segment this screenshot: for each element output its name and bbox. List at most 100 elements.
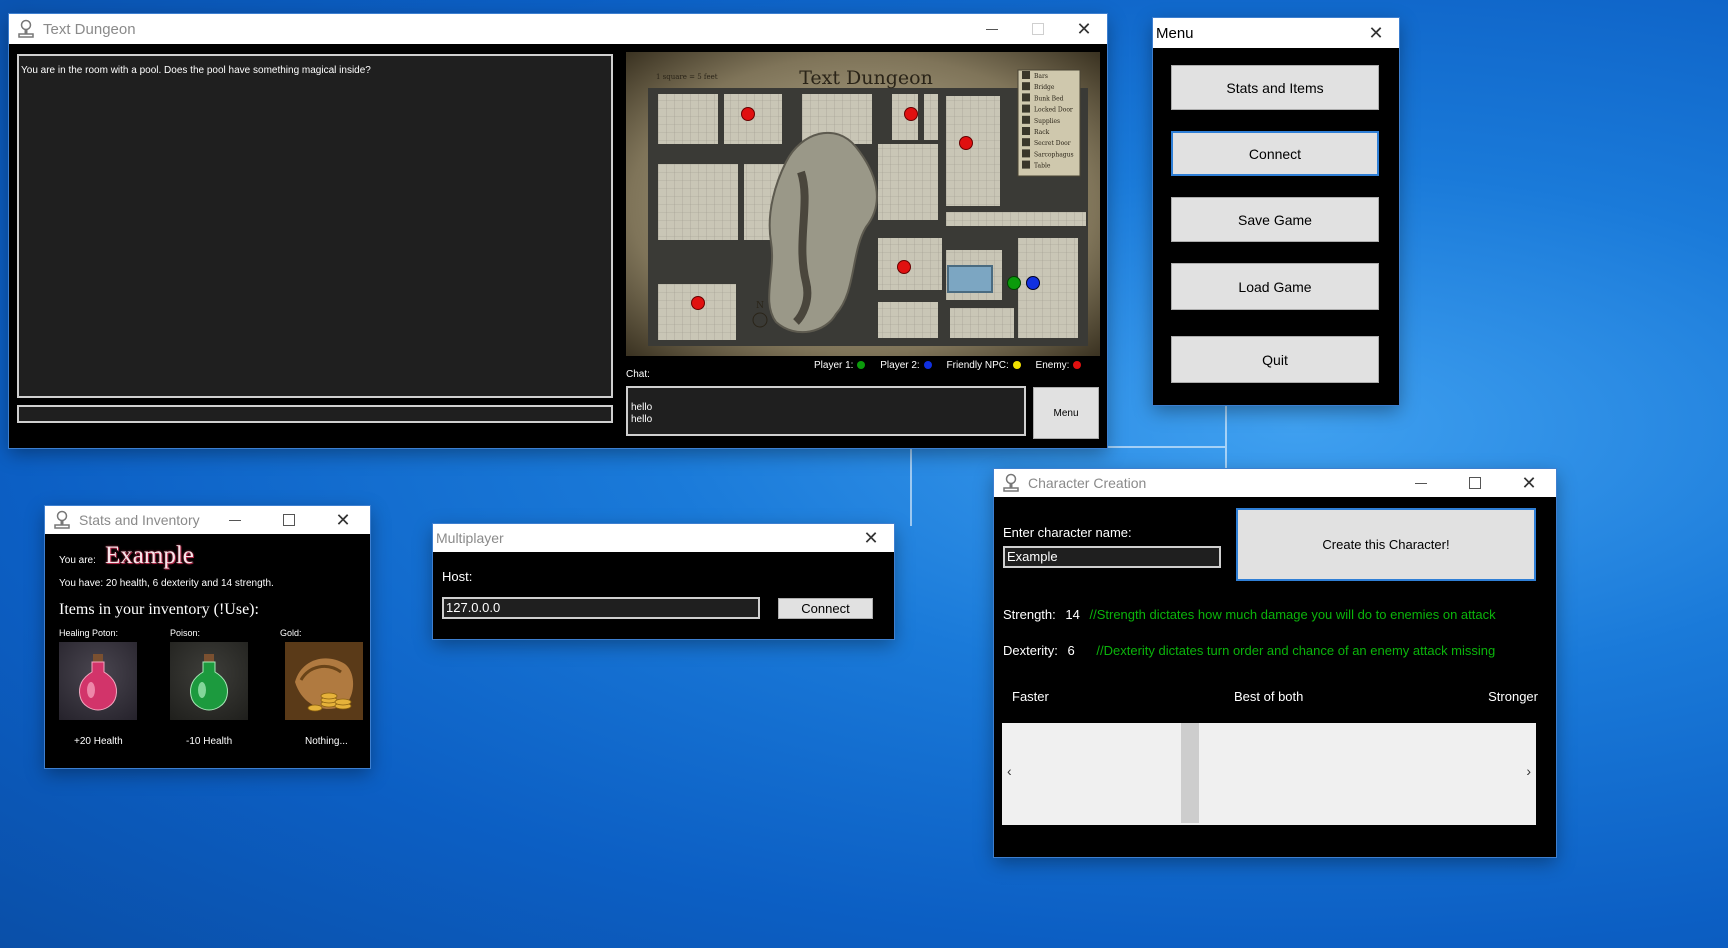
minimize-button[interactable]	[969, 14, 1015, 44]
close-button[interactable]: ✕	[1502, 468, 1556, 498]
player2-token	[1026, 276, 1040, 290]
window-title: Text Dungeon	[43, 20, 136, 38]
green-potion-icon[interactable]	[170, 642, 248, 720]
dungeon-map: Text Dungeon 1 square = 5 feet Bars Bridg…	[626, 52, 1100, 356]
title-bar[interactable]: Character Creation ✕	[994, 469, 1556, 497]
enemy-token	[959, 136, 973, 150]
minimize-button[interactable]	[208, 505, 262, 535]
stat-slider[interactable]: ‹ ›	[1002, 723, 1536, 825]
minimize-icon	[986, 28, 998, 30]
character-name-input[interactable]: Example	[1003, 546, 1221, 568]
minimize-icon	[229, 519, 241, 521]
connect-button[interactable]: Connect	[1171, 131, 1379, 176]
minimize-button[interactable]	[1394, 468, 1448, 498]
legend-label: Supplies	[1034, 118, 1060, 125]
app-icon	[1002, 473, 1020, 493]
multiplayer-window: Multiplayer ✕ Host: 127.0.0.0 Connect	[433, 524, 894, 639]
item-label: Poison:	[170, 628, 201, 638]
player2-key: Player 2:	[880, 360, 932, 371]
desktop-decoration	[910, 446, 912, 526]
item-label: Gold:	[280, 628, 302, 638]
quit-button[interactable]: Quit	[1171, 336, 1379, 383]
enemy-token	[904, 107, 918, 121]
minimize-icon	[1415, 482, 1427, 484]
character-name: Example	[105, 542, 194, 569]
legend-label: Locked Door	[1034, 107, 1073, 114]
dexterity-comment: //Dexterity dictates turn order and chan…	[1096, 643, 1496, 658]
inventory-item[interactable]: Healing Poton: +20 Health	[59, 628, 149, 747]
slider-label-left: Faster	[1012, 689, 1049, 704]
close-button[interactable]: ✕	[316, 505, 370, 535]
stats-inventory-window: Stats and Inventory ✕ You are: Example Y…	[45, 506, 370, 768]
item-effect: Nothing...	[305, 736, 348, 747]
maximize-button[interactable]	[1015, 14, 1061, 44]
dexterity-label: Dexterity:	[1003, 643, 1058, 658]
window-title: Multiplayer	[436, 530, 504, 546]
scroll-left-icon[interactable]: ‹	[1007, 763, 1012, 779]
dexterity-value: 6	[1067, 643, 1075, 658]
enemy-dot-icon	[1073, 361, 1082, 370]
legend-label: Table	[1034, 163, 1051, 170]
legend-label: Bars	[1034, 73, 1048, 80]
text-dungeon-window: Text Dungeon ✕ You are in the room with …	[9, 14, 1107, 448]
create-character-button[interactable]: Create this Character!	[1236, 508, 1536, 581]
red-potion-icon[interactable]	[59, 642, 137, 720]
gold-bag-icon[interactable]	[285, 642, 363, 720]
legend-symbol-icon	[1022, 149, 1030, 158]
multiplayer-connect-button[interactable]: Connect	[778, 598, 873, 619]
enemy-token	[741, 107, 755, 121]
inventory-title: Items in your inventory (!Use):	[59, 601, 259, 618]
player1-dot-icon	[857, 361, 866, 370]
close-button[interactable]: ✕	[1061, 14, 1107, 44]
title-bar[interactable]: Menu ✕	[1153, 18, 1399, 48]
title-bar[interactable]: Text Dungeon ✕	[9, 14, 1107, 44]
strength-label: Strength:	[1003, 607, 1056, 622]
dexterity-row: Dexterity: 6 //Dexterity dictates turn o…	[1003, 643, 1495, 658]
legend-label: Secret Door	[1034, 140, 1071, 147]
app-icon	[53, 510, 71, 530]
close-icon: ✕	[1521, 472, 1537, 493]
maximize-icon	[1032, 23, 1044, 35]
chat-box[interactable]: hello hello	[626, 386, 1026, 436]
slider-label-middle: Best of both	[1234, 689, 1304, 704]
inventory-item[interactable]: Poison: -10 Health	[170, 628, 260, 747]
host-input[interactable]: 127.0.0.0	[442, 597, 760, 619]
player1-key: Player 1:	[814, 360, 866, 371]
maximize-icon	[283, 514, 295, 526]
maximize-button[interactable]	[1448, 468, 1502, 498]
chat-label: Chat:	[626, 369, 650, 380]
log-text: You are in the room with a pool. Does th…	[21, 65, 371, 76]
enemy-token	[897, 260, 911, 274]
slider-thumb[interactable]	[1180, 723, 1199, 823]
close-button[interactable]: ✕	[1353, 18, 1399, 48]
player2-dot-icon	[923, 361, 932, 370]
save-game-button[interactable]: Save Game	[1171, 197, 1379, 242]
title-bar[interactable]: Stats and Inventory ✕	[45, 506, 370, 534]
load-game-button[interactable]: Load Game	[1171, 263, 1379, 310]
maximize-button[interactable]	[262, 505, 316, 535]
window-title: Character Creation	[1028, 475, 1147, 491]
close-button[interactable]: ✕	[848, 523, 894, 553]
app-icon	[17, 19, 35, 39]
stats-and-items-button[interactable]: Stats and Items	[1171, 65, 1379, 110]
legend-symbol-icon	[1022, 82, 1030, 91]
item-effect: +20 Health	[74, 736, 123, 747]
item-effect: -10 Health	[186, 736, 233, 747]
window-title: Stats and Inventory	[79, 512, 200, 528]
command-input[interactable]	[17, 405, 613, 423]
map-title: Text Dungeon	[799, 67, 933, 89]
legend-symbol-icon	[1022, 160, 1030, 169]
legend-label: Rack	[1034, 129, 1050, 136]
map-legend: Bars Bridge Bunk Bed Locked Door Supplies Rac…	[1017, 69, 1081, 177]
game-log[interactable]: You are in the room with a pool. Does th…	[17, 54, 613, 398]
compass-label: N	[756, 301, 764, 311]
inventory-item[interactable]: Gold: Nothing...	[280, 628, 370, 747]
chat-text: hello hello	[631, 402, 653, 425]
strength-comment: //Strength dictates how much damage you …	[1089, 607, 1496, 622]
close-icon: ✕	[1076, 18, 1092, 39]
title-bar[interactable]: Multiplayer ✕	[433, 524, 894, 552]
menu-button[interactable]: Menu	[1033, 387, 1099, 439]
scroll-right-icon[interactable]: ›	[1526, 763, 1531, 779]
legend-label: Bridge	[1034, 84, 1055, 91]
map-key: Player 1: Player 2: Friendly NPC: Enemy:	[814, 360, 1082, 371]
